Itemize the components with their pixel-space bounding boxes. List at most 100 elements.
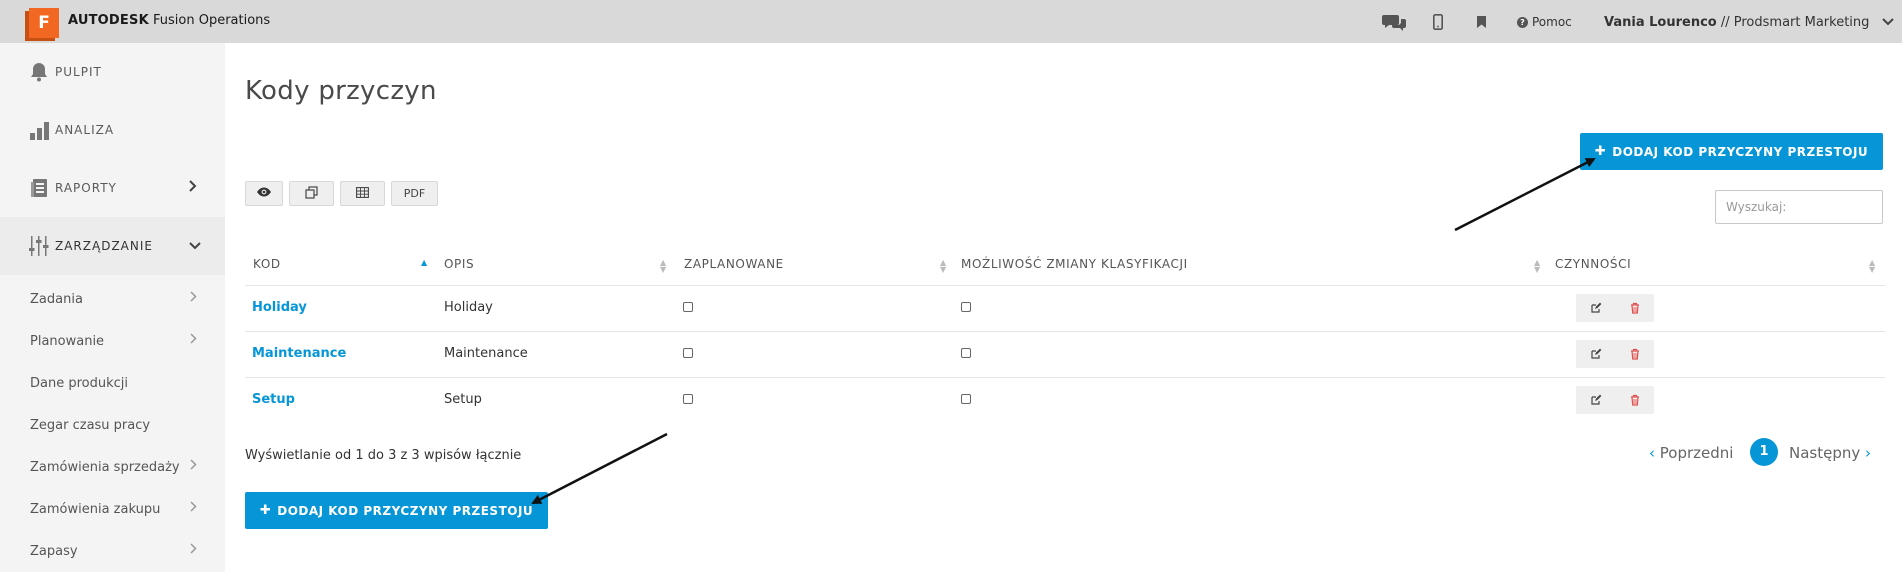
report-icon xyxy=(28,177,50,199)
excel-export-button[interactable] xyxy=(340,181,385,206)
add-reason-code-button-top[interactable]: ✚ DODAJ KOD PRZYCZYNY PRZESTOJU xyxy=(1580,133,1883,170)
sidebar-subitem-dane-produkcji[interactable]: Dane produkcji xyxy=(0,364,225,406)
row-actions xyxy=(1576,340,1654,368)
sidebar-subitem-zapasy[interactable]: Zapasy xyxy=(0,532,225,572)
row-description: Maintenance xyxy=(444,346,528,361)
sidebar-item-label: PULPIT xyxy=(55,65,102,79)
sidebar-subitem-label: Zegar czasu pracy xyxy=(30,418,151,433)
bell-icon xyxy=(28,61,50,83)
user-menu[interactable]: Vania Lourenco // Prodsmart Marketing xyxy=(1604,15,1894,30)
add-button-label: DODAJ KOD PRZYCZYNY PRZESTOJU xyxy=(1612,144,1869,159)
bar-chart-icon xyxy=(28,119,50,141)
sidebar-item-label: ANALIZA xyxy=(55,123,115,137)
pagination-next[interactable]: Następny › xyxy=(1789,444,1871,462)
row-actions xyxy=(1576,294,1654,322)
sidebar-item-analiza[interactable]: ANALIZA xyxy=(0,101,225,159)
chevron-right-icon: › xyxy=(1865,444,1872,462)
table-info: Wyświetlanie od 1 do 3 z 3 wpisów łączni… xyxy=(245,448,522,463)
table-divider xyxy=(245,285,1885,286)
row-code-link[interactable]: Setup xyxy=(252,392,295,407)
column-header-zaplanowane[interactable]: ZAPLANOWANE xyxy=(684,257,784,284)
add-button-label: DODAJ KOD PRZYCZYNY PRZESTOJU xyxy=(277,503,534,518)
column-header-czynnosci[interactable]: CZYNNOŚCI xyxy=(1555,257,1631,284)
sidebar-subitem-planowanie[interactable]: Planowanie xyxy=(0,322,225,364)
search-input[interactable] xyxy=(1715,190,1883,224)
plus-icon: ✚ xyxy=(1594,144,1607,159)
table-icon xyxy=(356,186,369,201)
trash-icon[interactable] xyxy=(1615,294,1654,322)
chevron-down-icon xyxy=(189,238,201,254)
annotation-arrow-top xyxy=(1454,157,1596,232)
brand-product: Fusion Operations xyxy=(148,13,271,28)
chat-icon[interactable] xyxy=(1382,12,1406,32)
pdf-export-button[interactable]: PDF xyxy=(391,181,438,206)
sidebar-item-label: ZARZĄDZANIE xyxy=(55,239,153,253)
pagination-previous[interactable]: ‹ Poprzedni xyxy=(1649,444,1733,462)
copy-icon xyxy=(305,185,318,202)
row-description: Setup xyxy=(444,392,482,407)
row-code-link[interactable]: Maintenance xyxy=(252,346,346,361)
sliders-icon xyxy=(28,235,50,257)
sidebar-item-zarzadzanie[interactable]: ZARZĄDZANIE xyxy=(0,217,225,275)
add-reason-code-button-bottom[interactable]: ✚ DODAJ KOD PRZYCZYNY PRZESTOJU xyxy=(245,492,548,529)
row-scheduled-checkbox[interactable] xyxy=(683,302,693,312)
brand-name: AUTODESK Fusion Operations xyxy=(68,13,270,28)
pagination-current-page[interactable]: 1 xyxy=(1750,438,1778,466)
row-reclassify-checkbox[interactable] xyxy=(961,394,971,404)
sidebar-subitem-zadania[interactable]: Zadania xyxy=(0,280,225,322)
bookmark-icon[interactable] xyxy=(1475,12,1487,32)
plus-icon: ✚ xyxy=(259,503,272,518)
sidebar-subitem-label: Zamówienia zakupu xyxy=(30,502,161,517)
row-code-link[interactable]: Holiday xyxy=(252,300,307,315)
sidebar-subitem-label: Dane produkcji xyxy=(30,376,129,391)
sidebar-item-label: RAPORTY xyxy=(55,181,117,195)
column-visibility-button[interactable] xyxy=(245,181,283,206)
table-row-divider xyxy=(245,331,1885,332)
sidebar-subitem-zegar-czasu-pracy[interactable]: Zegar czasu pracy xyxy=(0,406,225,448)
column-header-kod[interactable]: KOD xyxy=(253,257,281,284)
chevron-right-icon xyxy=(190,542,197,558)
copy-button[interactable] xyxy=(289,181,334,206)
row-actions xyxy=(1576,386,1654,414)
chevron-right-icon xyxy=(190,290,197,306)
edit-icon[interactable] xyxy=(1576,340,1615,368)
sort-icon: ▲ ▼ xyxy=(1869,258,1876,274)
chevron-right-icon xyxy=(189,180,197,196)
top-bar: F AUTODESK Fusion Operations ? Pomoc Van… xyxy=(0,0,1902,43)
help-link[interactable]: ? Pomoc xyxy=(1517,15,1572,29)
sidebar-subitem-label: Planowanie xyxy=(30,334,105,349)
edit-icon[interactable] xyxy=(1576,294,1615,322)
sort-icon: ▲ ▼ xyxy=(1534,258,1541,274)
row-scheduled-checkbox[interactable] xyxy=(683,394,693,404)
column-header-zmiana-klasyfikacji[interactable]: MOŻLIWOŚĆ ZMIANY KLASYFIKACJI xyxy=(961,257,1188,284)
sidebar-item-pulpit[interactable]: PULPIT xyxy=(0,43,225,101)
page-title: Kody przyczyn xyxy=(245,76,437,106)
fusion-logo[interactable]: F xyxy=(29,8,59,38)
trash-icon[interactable] xyxy=(1615,340,1654,368)
sidebar-subitem-label: Zamówienia sprzedaży xyxy=(30,460,180,475)
brand-autodesk: AUTODESK xyxy=(68,13,149,28)
mobile-icon[interactable] xyxy=(1431,12,1445,32)
sidebar-subitem-zamowienia-sprzedazy[interactable]: Zamówienia sprzedaży xyxy=(0,448,225,490)
chevron-down-icon xyxy=(1881,15,1894,30)
sidebar-subitem-label: Zadania xyxy=(30,292,83,307)
eye-icon xyxy=(256,187,272,200)
edit-icon[interactable] xyxy=(1576,386,1615,414)
row-reclassify-checkbox[interactable] xyxy=(961,348,971,358)
annotation-arrow-bottom xyxy=(531,432,668,505)
sort-asc-icon: ▲ xyxy=(421,258,428,267)
user-name: Vania Lourenco xyxy=(1604,15,1717,30)
column-header-opis[interactable]: OPIS xyxy=(444,257,474,284)
sidebar: PULPIT ANALIZA RAPORTY ZARZĄDZANIE Zadan… xyxy=(0,43,225,572)
company-name: Prodsmart Marketing xyxy=(1733,15,1870,30)
row-reclassify-checkbox[interactable] xyxy=(961,302,971,312)
row-scheduled-checkbox[interactable] xyxy=(683,348,693,358)
sidebar-subitem-zamowienia-zakupu[interactable]: Zamówienia zakupu xyxy=(0,490,225,532)
chevron-left-icon: ‹ xyxy=(1649,444,1655,462)
trash-icon[interactable] xyxy=(1615,386,1654,414)
sidebar-item-raporty[interactable]: RAPORTY xyxy=(0,159,225,217)
chevron-right-icon xyxy=(190,500,197,516)
sidebar-subitem-label: Zapasy xyxy=(30,544,78,559)
sort-icon: ▲ ▼ xyxy=(940,258,947,274)
pagination-next-label: Następny xyxy=(1789,444,1861,462)
